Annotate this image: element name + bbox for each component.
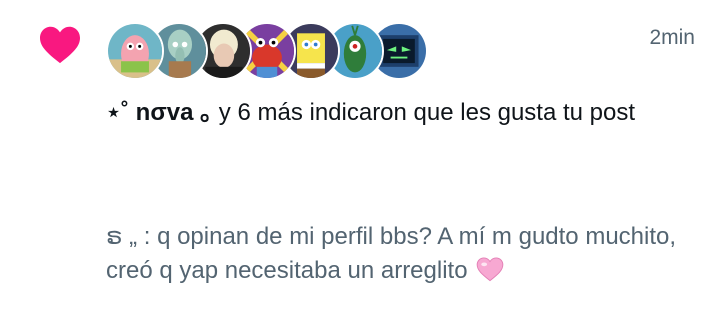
like-notification[interactable]: 2min ⋆˚ nσva ｡ y 6 más indicaron que les… <box>0 0 719 312</box>
like-message[interactable]: ⋆˚ nσva ｡ y 6 más indicaron que les gust… <box>106 96 686 130</box>
timestamp: 2min <box>649 26 695 49</box>
avatar-patrick[interactable] <box>106 22 164 80</box>
post-text: ຣ „ : q opinan de mi perfil bbs? A mí m … <box>106 223 677 284</box>
liker-name[interactable]: ⋆˚ nσva ｡ <box>106 99 212 126</box>
avatar-stack <box>106 22 428 82</box>
like-message-text: y 6 más indicaron que les gusta tu post <box>212 99 636 126</box>
post-preview[interactable]: ຣ „ : q opinan de mi perfil bbs? A mí m … <box>106 220 696 288</box>
heart-icon <box>40 26 80 64</box>
pink-heart-emoji <box>476 257 504 282</box>
